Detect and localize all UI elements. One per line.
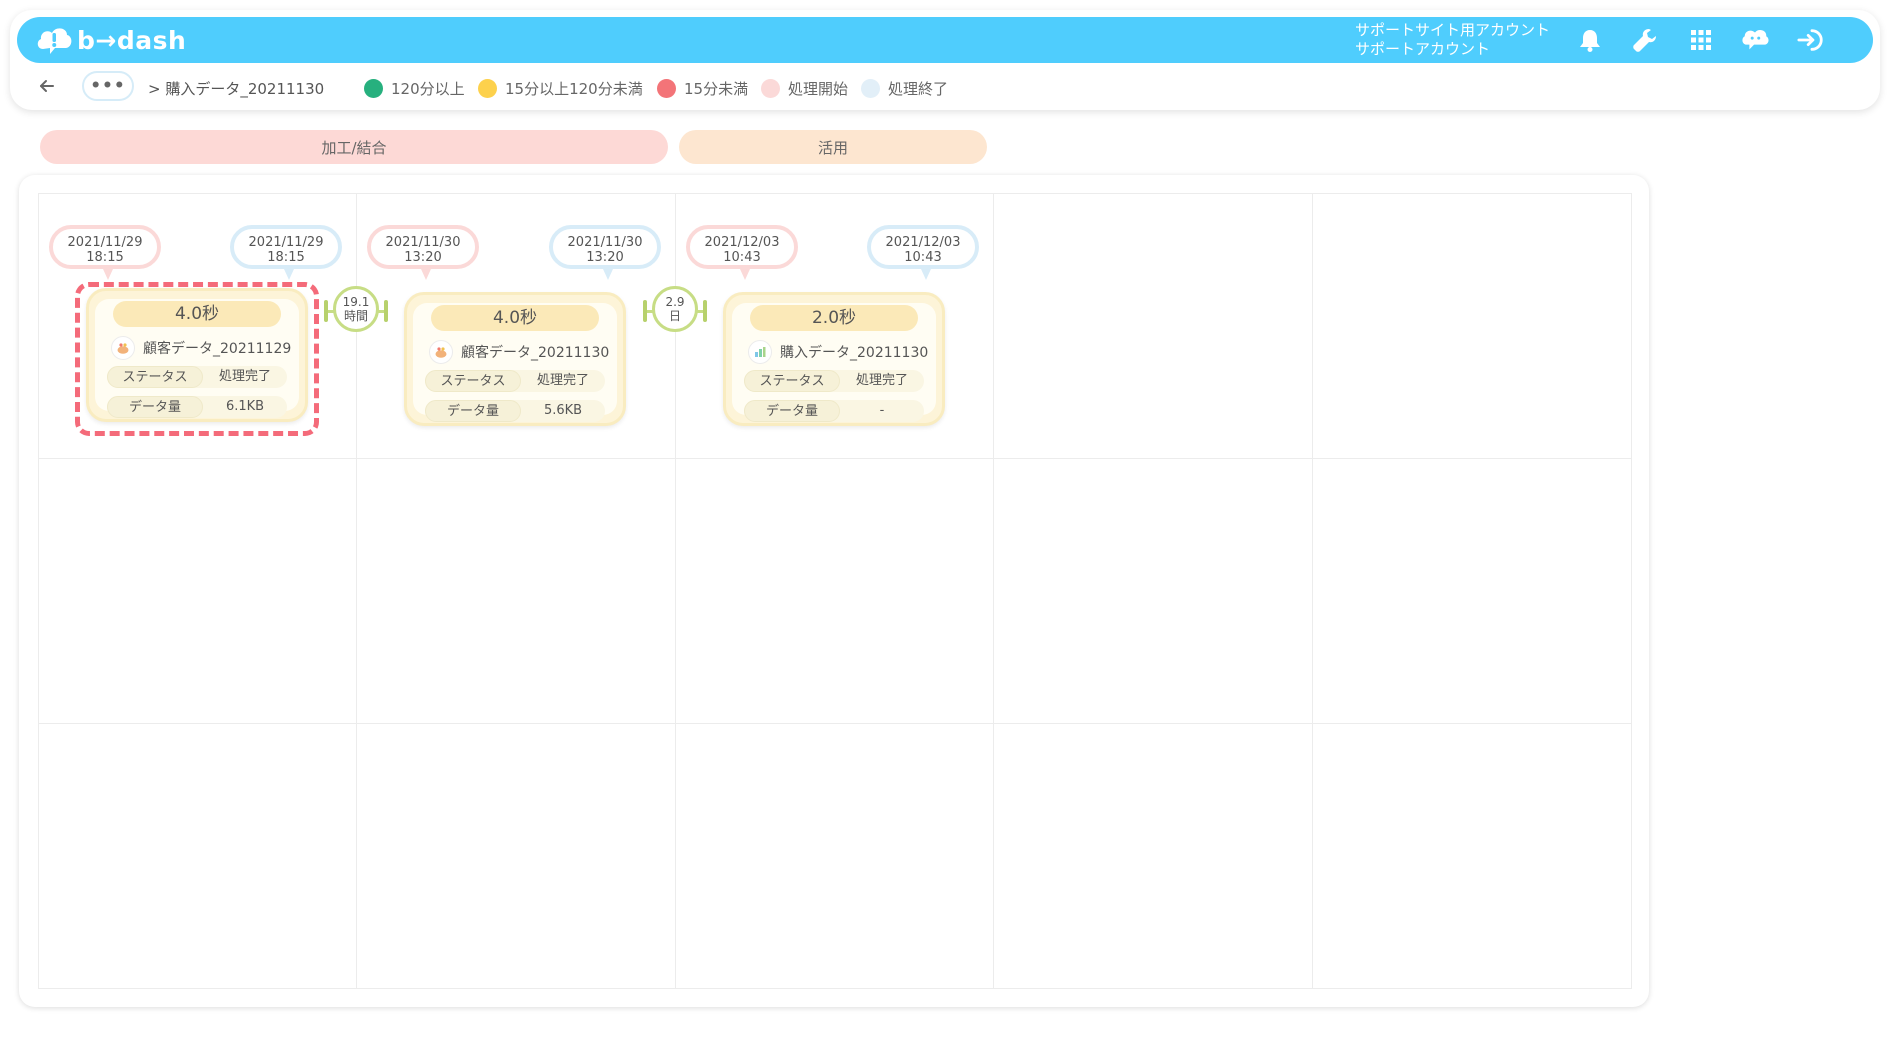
bubble-tail [740,269,750,280]
legend-dot-pink [761,79,780,98]
node-duration: 2.0秒 [750,305,918,331]
grid-menu-icon[interactable] [1687,26,1715,54]
legend-item-15-120min: 15分以上120分未満 [478,78,643,99]
interval-cap [384,300,388,322]
bubble-tail [603,269,613,280]
status-value: 処理完了 [855,373,908,388]
interval-cap [324,300,328,322]
interval-connector-2: 2.9 日 [643,286,707,336]
logo[interactable]: b→dash [35,23,186,57]
end-time-text: 2021/12/03 10:43 [885,235,961,265]
legend-label: 15分以上120分未満 [505,80,643,98]
start-time-text: 2021/12/03 10:43 [704,235,780,265]
end-time-text: 2021/11/30 13:20 [567,235,643,265]
interval-cap [643,300,647,322]
start-time-text: 2021/11/29 18:15 [67,235,143,265]
legend-dot-yellow [478,79,497,98]
grid-line [38,458,1632,459]
size-label: データ量 [425,400,521,422]
legend-dot-blue [861,79,880,98]
legend-item-120min-plus: 120分以上 [364,78,465,99]
sub-bar: ••• > 購入データ_20211130 120分以上 15分以上120分未満 … [0,68,1890,108]
node-name: 購入データ_20211130 [780,345,929,361]
interval-value: 19.1 [342,295,370,309]
legend-label: 120分以上 [391,80,465,98]
bubble-tail [421,269,431,280]
logo-text: b→dash [77,25,187,55]
node-3-start-time: 2021/12/03 10:43 [686,225,798,280]
bubble-tail [284,269,294,280]
interval-cap [703,300,707,322]
bell-icon[interactable] [1576,26,1604,54]
node-name: 顧客データ_20211130 [461,345,610,361]
interval-badge: 19.1 時間 [333,286,379,332]
end-time-text: 2021/11/29 18:15 [248,235,324,265]
chart-data-icon [748,340,772,364]
breadcrumb-more-button[interactable]: ••• [82,71,134,101]
node-card-2[interactable]: 4.0秒 顧客データ_20211130 ステータス 処理完了 データ量 5.6K… [404,292,626,426]
logo-cloud-icon [37,28,72,54]
interval-unit: 時間 [343,309,368,323]
phase-tab-processing[interactable]: 加工/結合 [40,130,668,164]
legend-item-end: 処理終了 [861,78,948,99]
interval-unit: 日 [668,309,681,323]
breadcrumb-current: > 購入データ_20211130 [148,80,325,98]
grid-line [993,193,994,989]
legend-item-start: 処理開始 [761,78,848,99]
node-3-end-time: 2021/12/03 10:43 [867,225,979,280]
status-value: 処理完了 [536,373,589,388]
size-label: データ量 [744,400,840,422]
legend-item-under-15min: 15分未満 [657,78,748,99]
size-value: - [879,403,885,418]
interval-badge: 2.9 日 [652,286,698,332]
node-duration: 4.0秒 [431,305,599,331]
node-size-row: データ量 - [744,400,924,422]
node-status-row: ステータス 処理完了 [425,370,605,392]
status-label: ステータス [425,370,521,392]
node-2-start-time: 2021/11/30 13:20 [367,225,479,280]
grid-line [38,988,1632,989]
node-1-end-time: 2021/11/29 18:15 [230,225,342,280]
grid-line [38,193,39,989]
bubble-tail [921,269,931,280]
legend-label: 処理開始 [788,80,849,98]
top-bar: b→dash サポートサイト用アカウント サポートアカウント [17,17,1873,63]
grid-line [1631,193,1632,989]
legend-label: 処理終了 [888,80,949,98]
size-value: 5.6KB [543,403,583,418]
interval-connector-1: 19.1 時間 [324,286,388,336]
legend-dot-green [364,79,383,98]
account-line-2: サポートアカウント [1355,40,1491,58]
node-card-inner: 2.0秒 購入データ_20211130 ステータス 処理完了 データ量 - [732,303,936,422]
interval-value: 2.9 [665,295,685,309]
data-pot-icon [429,340,453,364]
node-card-3[interactable]: 2.0秒 購入データ_20211130 ステータス 処理完了 データ量 - [723,292,945,426]
selected-node-outline [75,282,319,436]
logout-icon[interactable] [1797,26,1825,54]
chat-support-icon[interactable] [1741,26,1769,54]
phase-tab-usage[interactable]: 活用 [679,130,987,164]
node-name-row: 顧客データ_20211130 [429,340,609,364]
bubble-tail [103,269,113,280]
back-arrow-icon[interactable] [38,77,58,97]
node-1-start-time: 2021/11/29 18:15 [49,225,161,280]
grid-line [1312,193,1313,989]
start-time-text: 2021/11/30 13:20 [385,235,461,265]
node-card-inner: 4.0秒 顧客データ_20211130 ステータス 処理完了 データ量 5.6K… [413,303,617,422]
grid-line [38,723,1632,724]
status-label: ステータス [744,370,840,392]
account-line-1: サポートサイト用アカウント [1355,21,1551,39]
grid-line [38,193,1632,194]
node-status-row: ステータス 処理完了 [744,370,924,392]
legend-label: 15分未満 [684,80,749,98]
node-2-end-time: 2021/11/30 13:20 [549,225,661,280]
wrench-icon[interactable] [1631,26,1659,54]
account-name: サポートサイト用アカウント サポートアカウント [1355,21,1550,59]
node-size-row: データ量 5.6KB [425,400,605,422]
node-name-row: 購入データ_20211130 [748,340,928,364]
legend-dot-red [657,79,676,98]
